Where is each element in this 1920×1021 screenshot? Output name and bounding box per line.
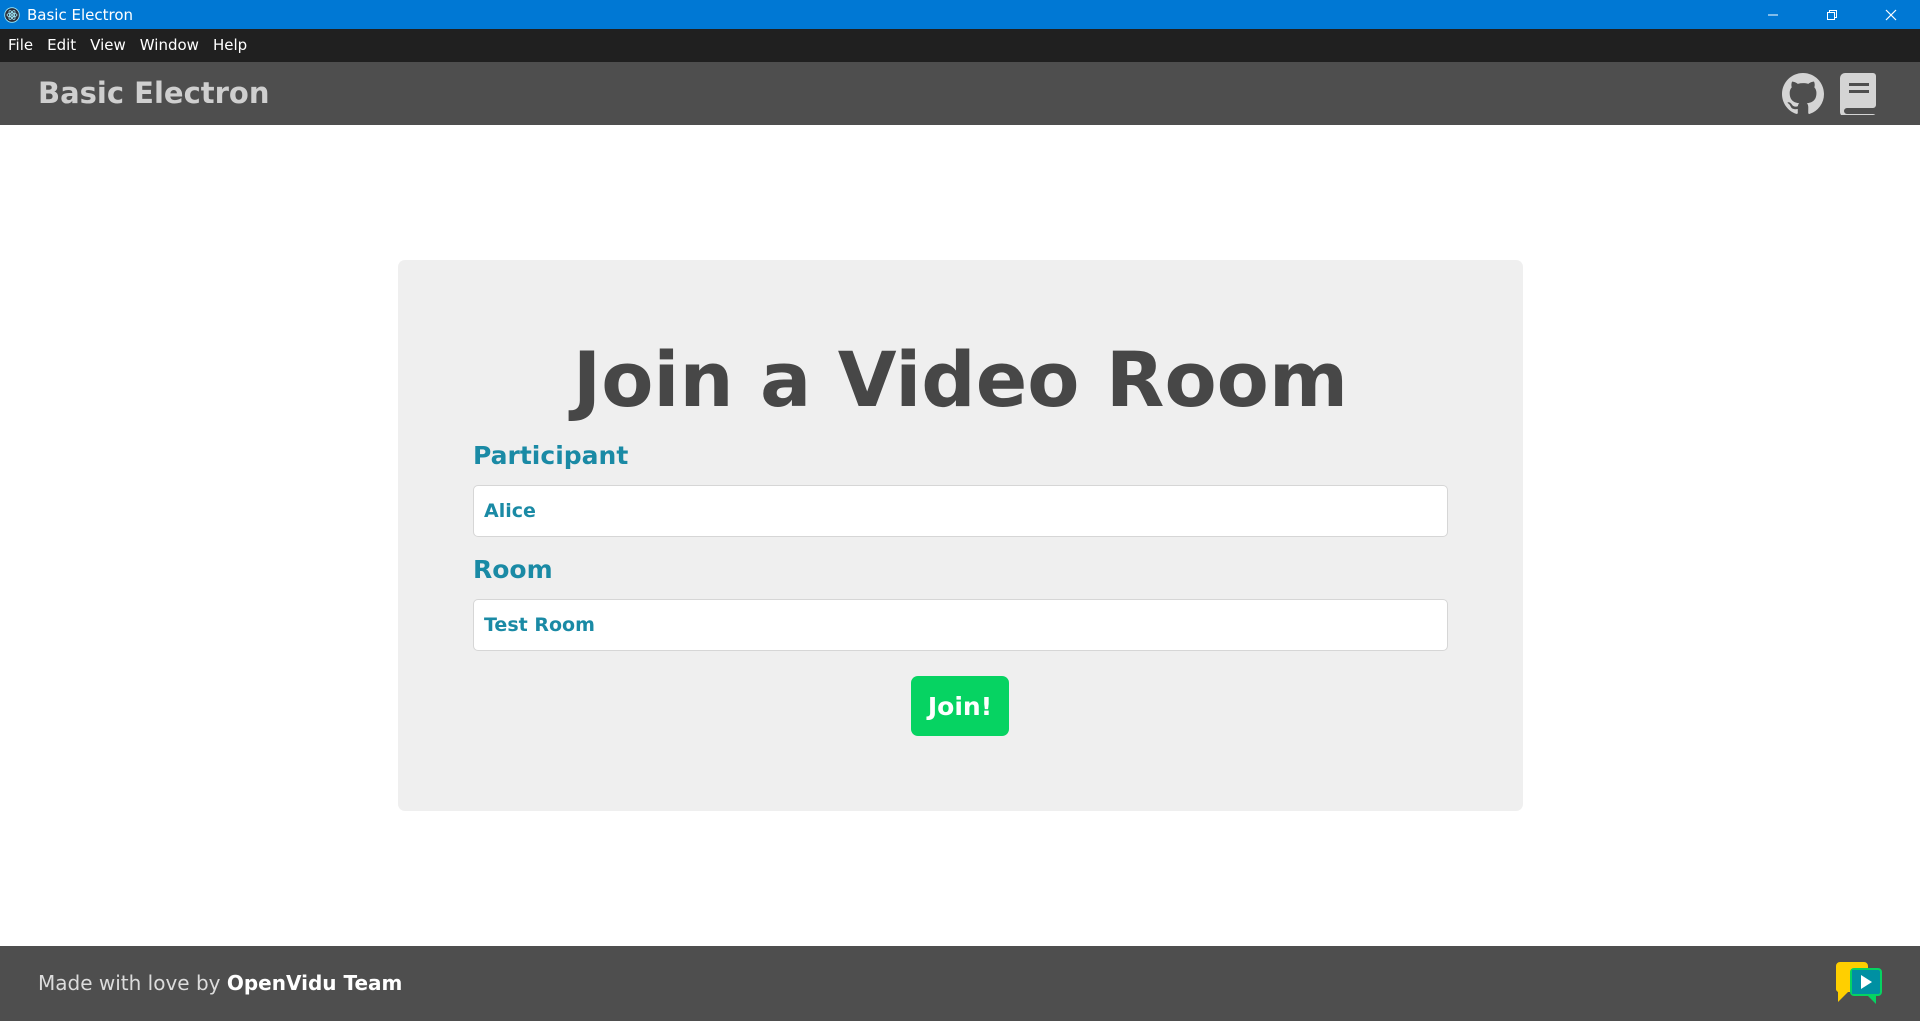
github-icon — [1782, 73, 1824, 114]
openvidu-logo-icon[interactable] — [1834, 962, 1884, 1006]
join-button[interactable]: Join! — [911, 676, 1009, 736]
room-input[interactable] — [473, 599, 1448, 651]
participant-label: Participant — [473, 441, 629, 470]
electron-icon — [3, 6, 21, 24]
window-title: Basic Electron — [27, 5, 134, 24]
docs-link[interactable] — [1836, 72, 1880, 116]
participant-input[interactable] — [473, 485, 1448, 537]
menu-edit[interactable]: Edit — [40, 29, 83, 62]
form-title: Join a Video Room — [572, 335, 1349, 424]
footer-credit: Made with love by OpenVidu Team — [38, 946, 402, 1021]
app-brand[interactable]: Basic Electron — [38, 62, 270, 125]
join-form-card: Join a Video Room Participant Room Join! — [398, 260, 1523, 811]
close-button[interactable] — [1861, 0, 1920, 29]
menu-window[interactable]: Window — [133, 29, 206, 62]
footer-prefix: Made with love by — [38, 971, 227, 995]
minimize-icon — [1767, 14, 1778, 15]
restore-button[interactable] — [1802, 0, 1861, 29]
menu-help[interactable]: Help — [206, 29, 254, 62]
menu-bar: File Edit View Window Help — [0, 29, 1920, 62]
minimize-button[interactable] — [1743, 0, 1802, 29]
app-header: Basic Electron — [0, 62, 1920, 125]
menu-view[interactable]: View — [83, 29, 133, 62]
window-title-bar: Basic Electron — [0, 0, 1920, 29]
github-link[interactable] — [1781, 72, 1825, 116]
room-label: Room — [473, 555, 553, 584]
menu-file[interactable]: File — [1, 29, 40, 62]
close-icon — [1885, 9, 1896, 20]
book-icon — [1840, 73, 1876, 115]
restore-icon — [1826, 9, 1837, 20]
footer-team-link[interactable]: OpenVidu Team — [227, 971, 403, 995]
app-footer: Made with love by OpenVidu Team — [0, 946, 1920, 1021]
